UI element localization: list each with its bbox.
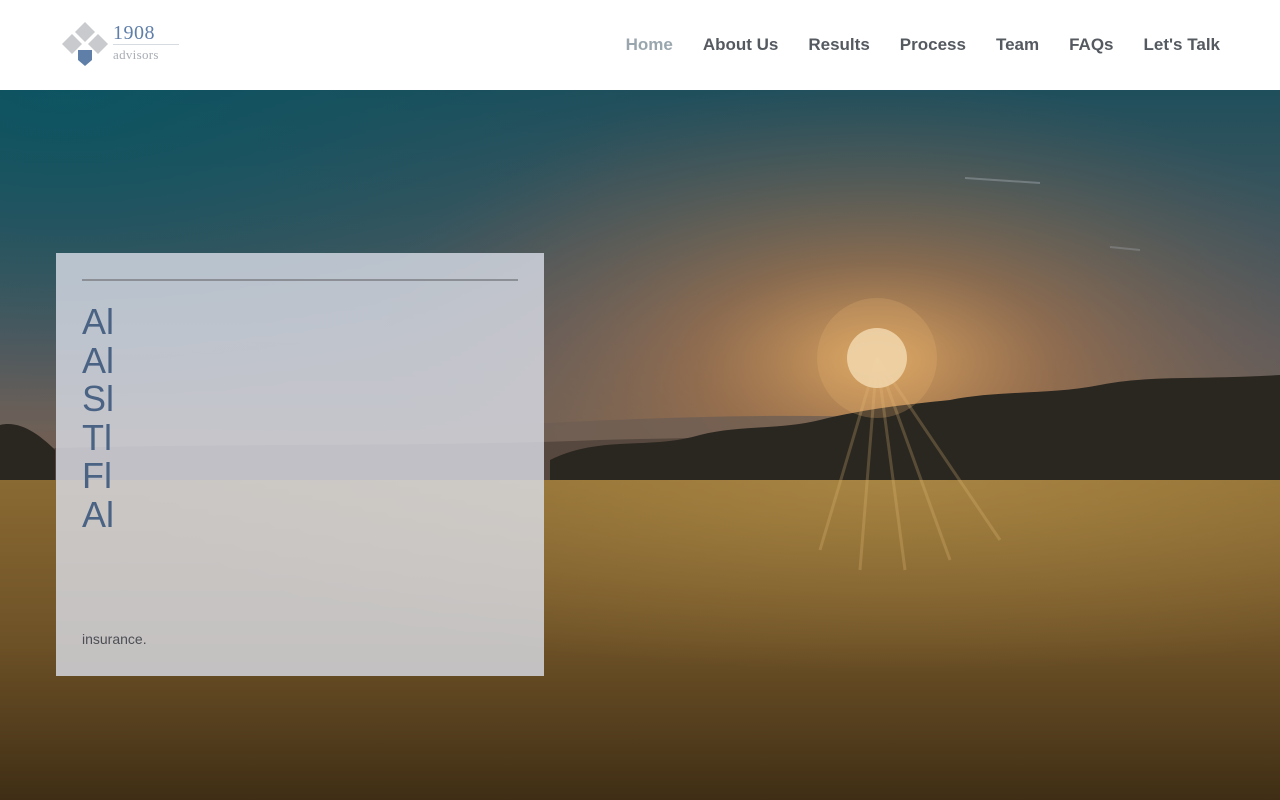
nav-lets-talk[interactable]: Let's Talk: [1144, 35, 1220, 55]
card-divider: [82, 279, 518, 281]
card-headline-list: Al Al Sl Tl Fl Al: [82, 303, 112, 534]
card-line: Al: [82, 339, 112, 381]
nav-home[interactable]: Home: [626, 35, 673, 55]
card-line: Fl: [82, 455, 112, 496]
logo-subtitle: advisors: [113, 47, 159, 62]
card-line: Tl: [82, 416, 112, 458]
logo-year: 1908: [113, 22, 155, 44]
nav-results[interactable]: Results: [808, 35, 869, 55]
diamond-cluster-icon: [62, 22, 108, 66]
nav-process[interactable]: Process: [900, 35, 966, 55]
card-line: Al: [82, 493, 112, 534]
hero-section: Al Al Sl Tl Fl Al insurance.: [0, 90, 1280, 800]
nav-faqs[interactable]: FAQs: [1069, 35, 1113, 55]
site-header: 1908 advisors Home About Us Results Proc…: [0, 0, 1280, 90]
main-nav: Home About Us Results Process Team FAQs …: [596, 0, 1220, 90]
logo[interactable]: 1908 advisors: [60, 20, 190, 70]
card-line: Sl: [82, 378, 112, 419]
nav-team[interactable]: Team: [996, 35, 1039, 55]
hero-card: Al Al Sl Tl Fl Al insurance.: [56, 253, 544, 676]
logo-divider: [113, 44, 179, 45]
card-footer-text: insurance.: [82, 631, 147, 647]
nav-about-us[interactable]: About Us: [703, 35, 779, 55]
card-line: Al: [82, 303, 112, 342]
